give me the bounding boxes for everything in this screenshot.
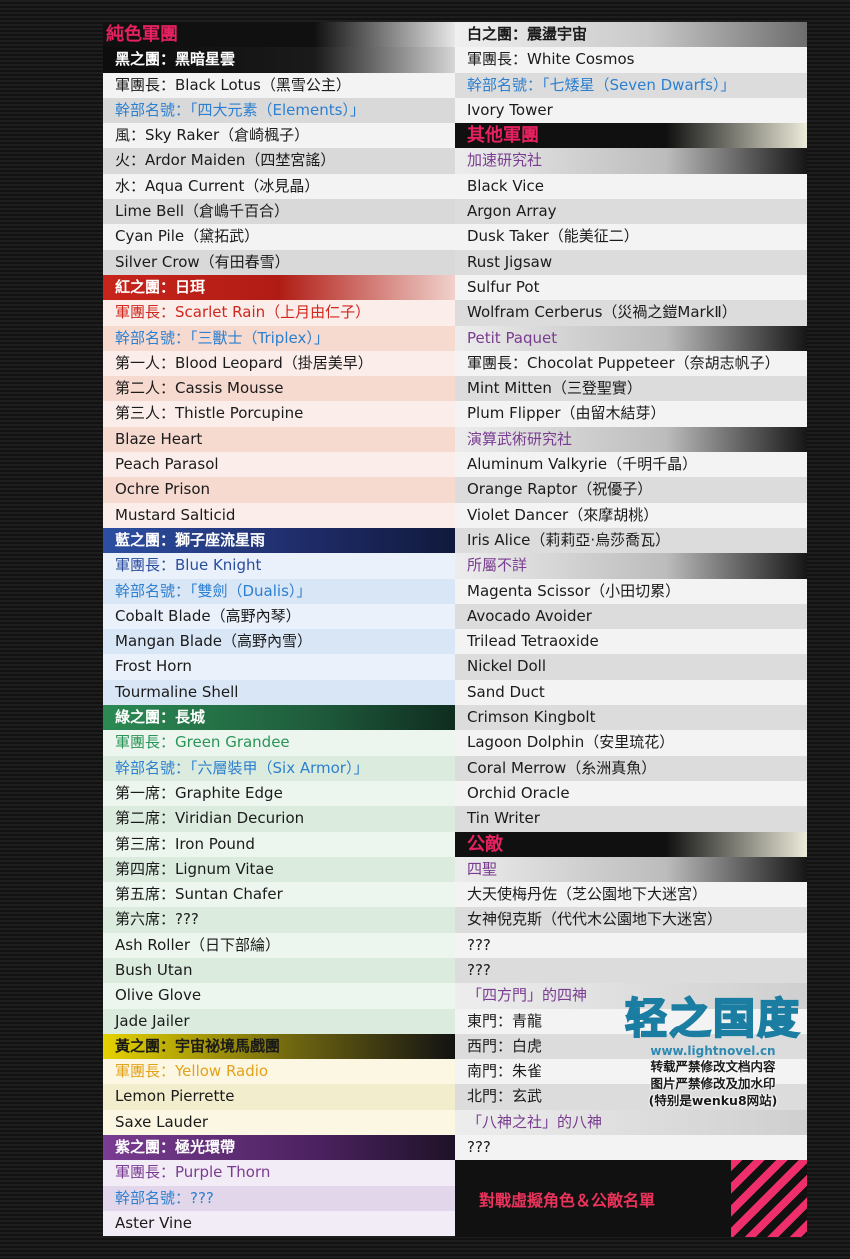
list-item: 第三席：Iron Pound bbox=[103, 831, 455, 857]
list-item: 第四席：Lignum Vitae bbox=[103, 856, 455, 883]
list-item: Black Vice bbox=[455, 173, 807, 200]
legion-header: 綠之團：長城 bbox=[103, 705, 455, 731]
list-item: Ash Roller（日下部綸） bbox=[103, 932, 455, 958]
list-item: Ivory Tower bbox=[455, 97, 807, 124]
list-item: 幹部名號：「七矮星（Seven Dwarfs）」 bbox=[455, 72, 807, 98]
list-item: 四聖 bbox=[455, 856, 807, 883]
list-item: Crimson Kingbolt bbox=[455, 705, 807, 731]
watermark-line-1: 转载严禁修改文档内容 bbox=[650, 1059, 776, 1074]
list-item: 第五席：Suntan Chafer bbox=[103, 882, 455, 908]
list-item: Petit Paquet bbox=[455, 325, 807, 351]
watermark-line-2: 图片严禁修改及加水印 bbox=[650, 1076, 776, 1091]
list-item: Lemon Pierrette bbox=[103, 1084, 455, 1110]
watermark-line-3: (特别是wenku8网站) bbox=[648, 1093, 778, 1108]
list-item: 水：Aqua Current（冰見晶） bbox=[103, 173, 455, 200]
list-item: 幹部名號：「六層裝甲（Six Armor）」 bbox=[103, 755, 455, 781]
list-item: 軍團長：Yellow Radio bbox=[103, 1059, 455, 1085]
list-item: 第六席：??? bbox=[103, 907, 455, 933]
list-item: ??? bbox=[455, 1135, 807, 1161]
list-item: Cyan Pile（黛拓武） bbox=[103, 224, 455, 250]
list-item: Iris Alice（莉莉亞·烏莎喬瓦） bbox=[455, 527, 807, 554]
legion-header: 黑之團：黑暗星雲 bbox=[103, 47, 455, 73]
list-item: Mint Mitten（三登聖實） bbox=[455, 376, 807, 402]
list-item: Dusk Taker（能美征二） bbox=[455, 224, 807, 250]
section-title: 其他軍團 bbox=[455, 123, 807, 149]
list-item: Jade Jailer bbox=[103, 1008, 455, 1034]
list-item: Tin Writer bbox=[455, 806, 807, 832]
list-item: 幹部名號：「三獸士（Triplex）」 bbox=[103, 325, 455, 351]
list-item: Sulfur Pot bbox=[455, 274, 807, 301]
section-title: 純色軍團 bbox=[103, 22, 455, 48]
list-item: Aluminum Valkyrie（千明千晶） bbox=[455, 452, 807, 478]
list-item: Olive Glove bbox=[103, 983, 455, 1009]
list-item: Trilead Tetraoxide bbox=[455, 629, 807, 655]
list-item: Coral Merrow（糸洲真魚） bbox=[455, 755, 807, 781]
list-item: Lime Bell（倉嶋千百合） bbox=[103, 199, 455, 225]
list-item: 第一席：Graphite Edge bbox=[103, 780, 455, 807]
list-item: Peach Parasol bbox=[103, 452, 455, 478]
list-item: Violet Dancer（來摩胡桃） bbox=[455, 502, 807, 528]
watermark-url: www.lightnovel.cn bbox=[650, 1044, 776, 1058]
list-item: 幹部名號：??? bbox=[103, 1185, 455, 1211]
list-item: 加速研究社 bbox=[455, 148, 807, 174]
list-item: Orange Raptor（祝優子） bbox=[455, 477, 807, 503]
list-item: Bush Utan bbox=[103, 957, 455, 984]
list-item: Mangan Blade（高野內雪） bbox=[103, 629, 455, 655]
list-item: 風：Sky Raker（倉崎楓子） bbox=[103, 123, 455, 149]
watermark-logo: 轻之国度 bbox=[624, 993, 801, 1044]
list-item: 第二席：Viridian Decurion bbox=[103, 806, 455, 832]
list-item: 女神倪克斯（代代木公園地下大迷宮） bbox=[455, 907, 807, 933]
list-item: 幹部名號：「四大元素（Elements）」 bbox=[103, 97, 455, 124]
list-item: Ochre Prison bbox=[103, 477, 455, 503]
list-item: 軍團長：Purple Thorn bbox=[103, 1160, 455, 1186]
list-item: 第二人：Cassis Mousse bbox=[103, 376, 455, 402]
list-item: Tourmaline Shell bbox=[103, 679, 455, 706]
list-item: 大天使梅丹佐（芝公園地下大迷宮） bbox=[455, 882, 807, 908]
legion-header: 紫之團：極光環帶 bbox=[103, 1135, 455, 1161]
list-item: 軍團長：White Cosmos bbox=[455, 47, 807, 73]
list-item: 軍團長：Chocolat Puppeteer（奈胡志帆子） bbox=[455, 350, 807, 377]
list-item: Argon Array bbox=[455, 199, 807, 225]
list-item: 幹部名號：「雙劍（Dualis）」 bbox=[103, 578, 455, 604]
list-item: Aster Vine bbox=[103, 1210, 455, 1237]
list-item: 軍團長：Green Grandee bbox=[103, 730, 455, 756]
legion-header: 白之團：震盪宇宙 bbox=[455, 22, 807, 48]
list-item: 軍團長：Black Lotus（黑雪公主） bbox=[103, 72, 455, 98]
list-item: Plum Flipper（由留木結芽） bbox=[455, 401, 807, 427]
list-item: ??? bbox=[455, 957, 807, 984]
legion-header: 黃之團：宇宙祕境馬戲團 bbox=[103, 1033, 455, 1060]
watermark: 轻之国度 www.lightnovel.cn 转载严禁修改文档内容 图片严禁修改… bbox=[598, 985, 828, 1135]
list-item: Cobalt Blade（高野內琴） bbox=[103, 603, 455, 630]
list-item: Orchid Oracle bbox=[455, 780, 807, 807]
left-column: 純色軍團 黑之團：黑暗星雲 軍團長：Black Lotus（黑雪公主） 幹部名號：「四… bbox=[103, 22, 455, 1237]
list-item: 第三人：Thistle Porcupine bbox=[103, 401, 455, 427]
list-item: 第一人：Blood Leopard（掛居美早） bbox=[103, 350, 455, 377]
list-item: 軍團長：Blue Knight bbox=[103, 553, 455, 579]
footer-title: 對戰虛擬角色＆公敵名單 bbox=[479, 1191, 656, 1211]
list-item: Magenta Scissor（小田切累） bbox=[455, 578, 807, 604]
legion-header: 紅之團：日珥 bbox=[103, 274, 455, 301]
list-item: ??? bbox=[455, 932, 807, 958]
list-item: 所屬不詳 bbox=[455, 553, 807, 579]
list-item: 火：Ardor Maiden（四埜宮謠） bbox=[103, 148, 455, 174]
list-item: Rust Jigsaw bbox=[455, 249, 807, 275]
list-item: Wolfram Cerberus（災禍之鎧MarkⅡ） bbox=[455, 300, 807, 326]
list-item: Frost Horn bbox=[103, 654, 455, 680]
list-item: Lagoon Dolphin（安里琉花） bbox=[455, 730, 807, 756]
stripe-decoration bbox=[731, 1160, 807, 1238]
footer-banner: 對戰虛擬角色＆公敵名單 bbox=[455, 1160, 807, 1238]
list-item: Sand Duct bbox=[455, 679, 807, 706]
list-item: 軍團長：Scarlet Rain（上月由仁子） bbox=[103, 300, 455, 326]
list-item: Silver Crow（有田春雪） bbox=[103, 249, 455, 275]
legion-header: 藍之團：獅子座流星雨 bbox=[103, 527, 455, 554]
list-item: Avocado Avoider bbox=[455, 603, 807, 630]
list-item: Blaze Heart bbox=[103, 426, 455, 453]
list-item: Mustard Salticid bbox=[103, 502, 455, 528]
list-item: Nickel Doll bbox=[455, 654, 807, 680]
list-item: 演算武術研究社 bbox=[455, 426, 807, 453]
list-item: Saxe Lauder bbox=[103, 1109, 455, 1136]
section-title: 公敵 bbox=[455, 831, 807, 857]
